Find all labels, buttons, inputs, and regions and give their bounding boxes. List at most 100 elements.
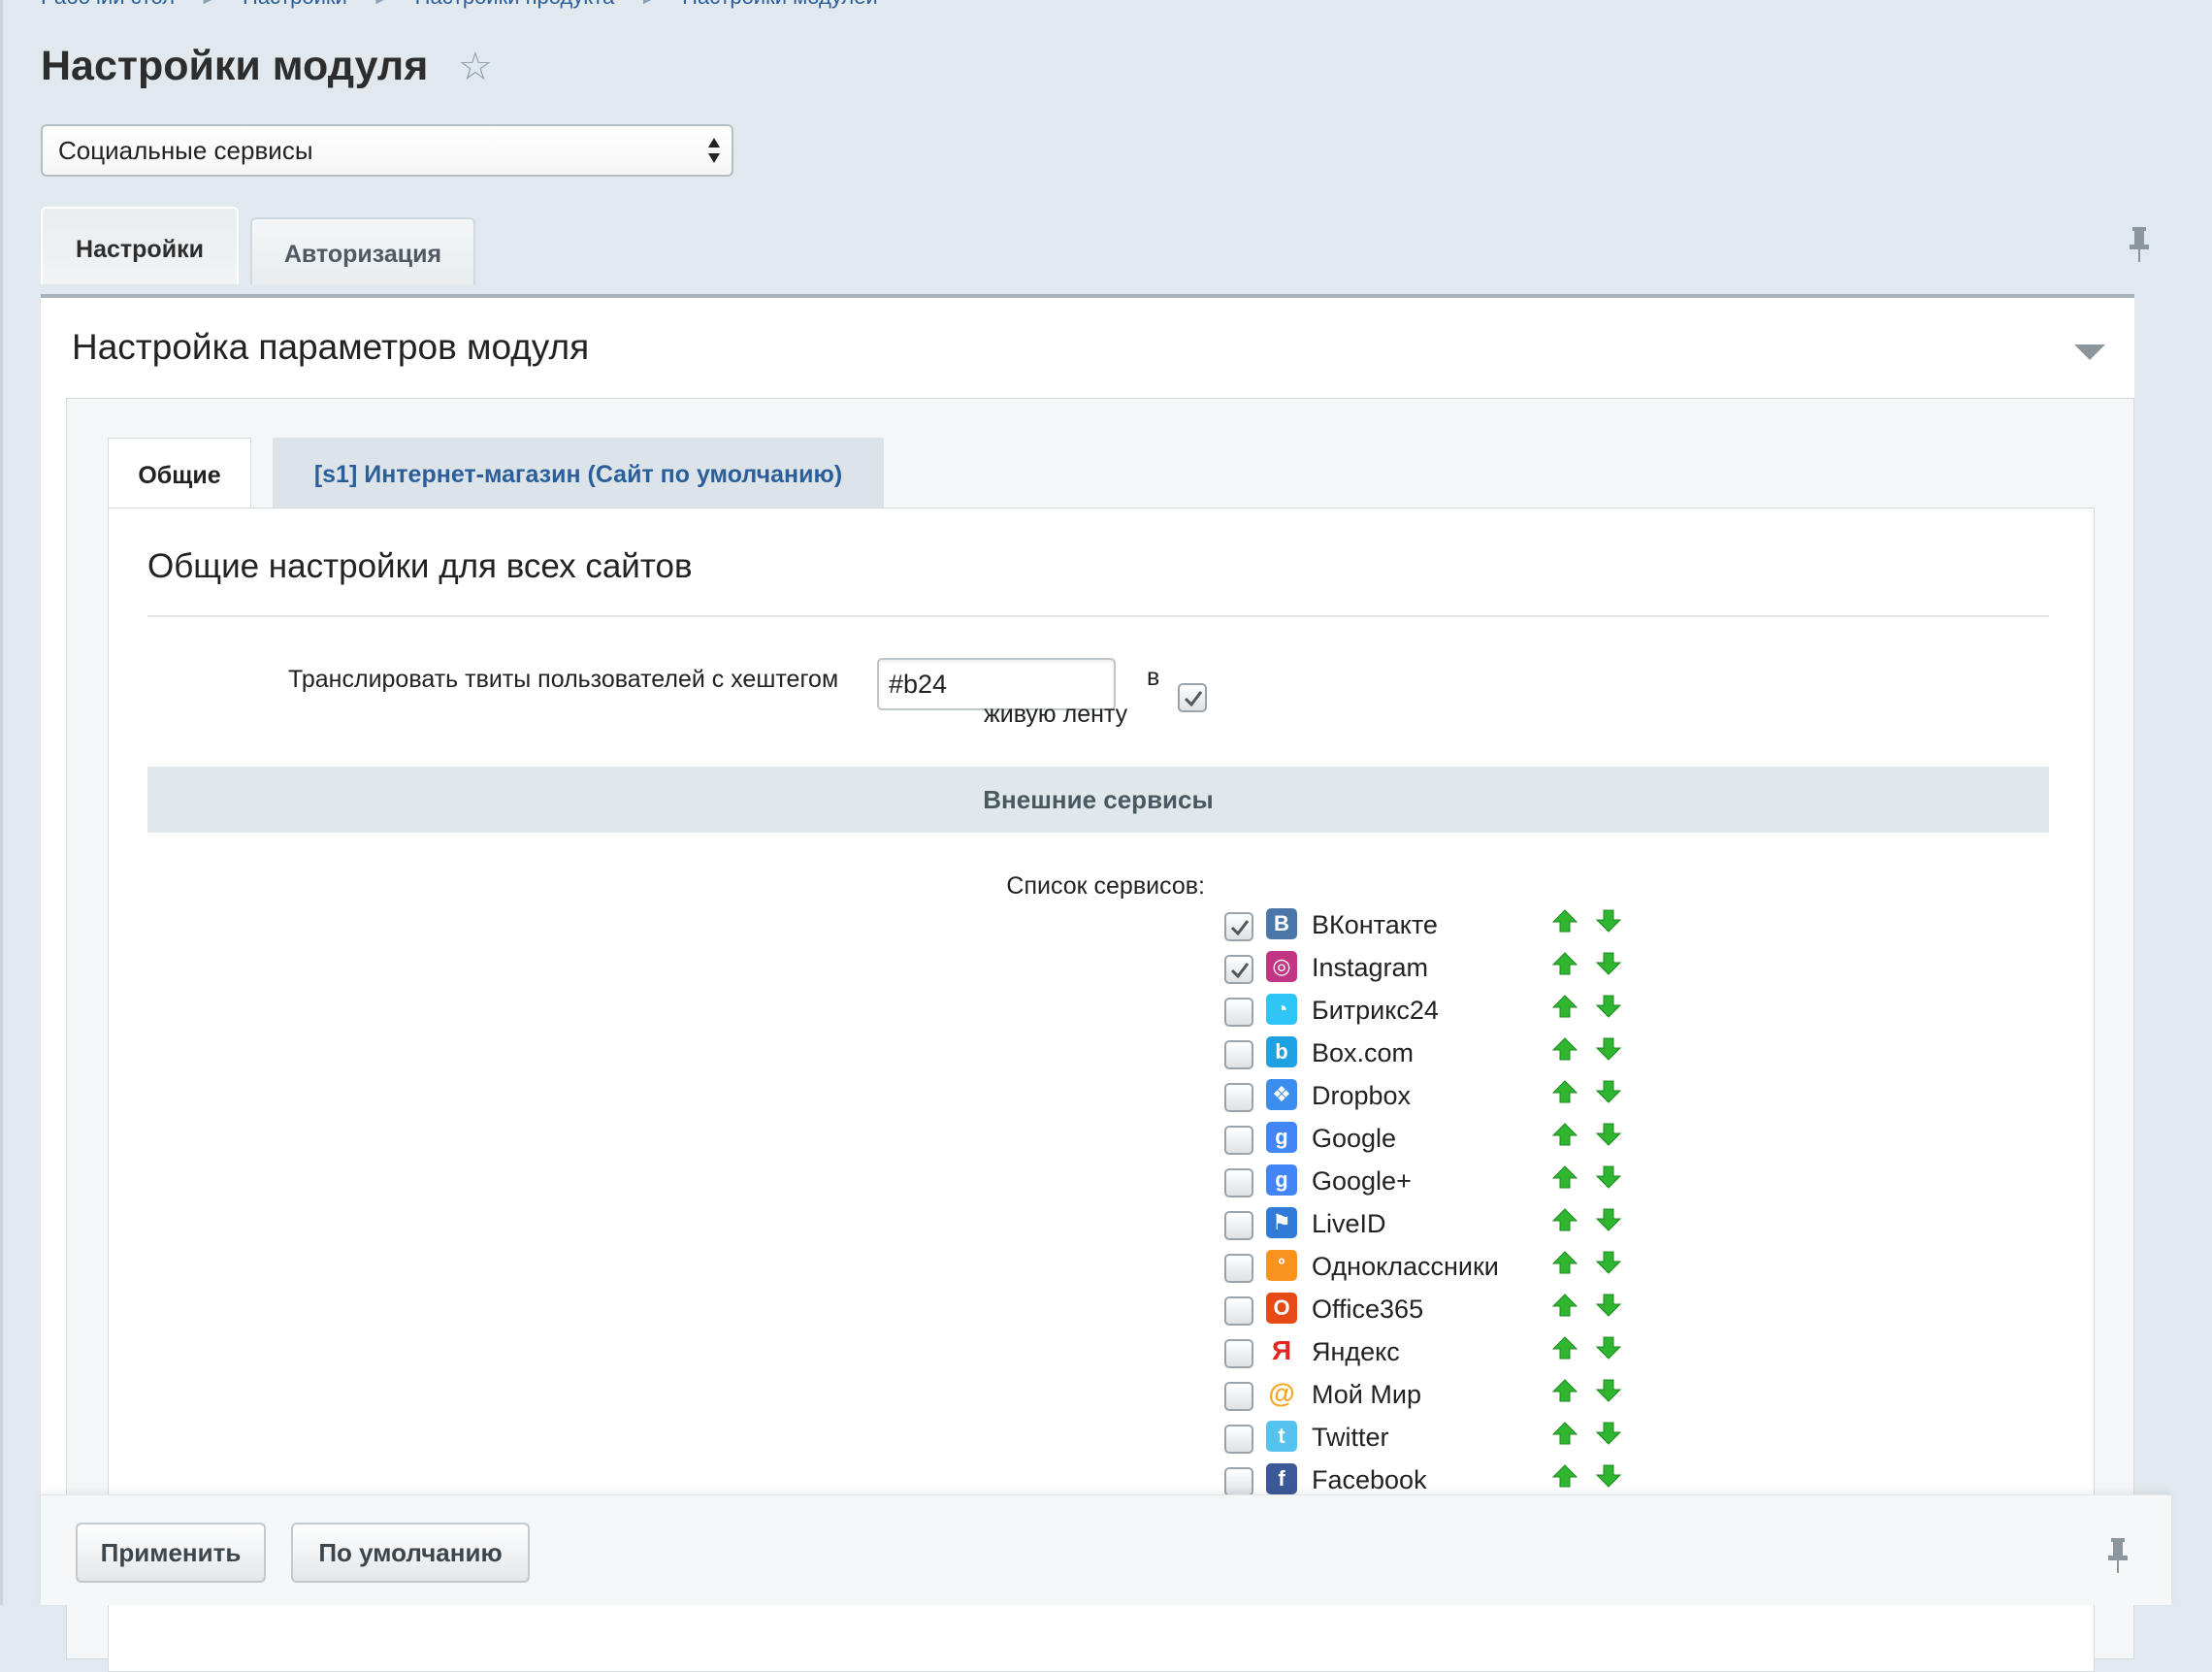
breadcrumb-item-settings[interactable]: Настройки [243, 0, 347, 10]
service-label: Битрикс24 [1312, 996, 1439, 1025]
live-feed-checkbox[interactable] [1178, 683, 1207, 712]
service-row: ❖ Dropbox [1224, 1077, 1651, 1120]
subtab-general[interactable]: Общие [108, 438, 251, 509]
move-up-arrow-icon[interactable] [1549, 1291, 1580, 1320]
move-down-arrow-icon[interactable] [1593, 1205, 1624, 1234]
section-title: Общие настройки для всех сайтов [147, 547, 693, 585]
move-up-arrow-icon[interactable] [1549, 1376, 1580, 1405]
move-up-arrow-icon[interactable] [1549, 1120, 1580, 1149]
module-select-value: Социальные сервисы [58, 136, 313, 165]
service-checkbox[interactable] [1224, 1040, 1253, 1069]
move-down-arrow-icon[interactable] [1593, 1077, 1624, 1106]
move-down-arrow-icon[interactable] [1593, 1291, 1624, 1320]
move-up-arrow-icon[interactable] [1549, 1077, 1580, 1106]
left-edge [0, 0, 3, 1605]
move-up-arrow-icon[interactable] [1549, 949, 1580, 978]
breadcrumb-item-desktop[interactable]: Рабочий стол [41, 0, 175, 10]
service-row: @ Мой Мир [1224, 1376, 1651, 1419]
service-label: Instagram [1312, 953, 1429, 982]
service-label: LiveID [1312, 1209, 1386, 1238]
move-up-arrow-icon[interactable] [1549, 1248, 1580, 1277]
mymail-icon: @ [1268, 1378, 1295, 1408]
collapse-icon[interactable] [2074, 343, 2105, 362]
google-icon: g [1266, 1122, 1297, 1153]
pin-icon[interactable] [2103, 1536, 2132, 1575]
service-label: ВКонтакте [1312, 910, 1438, 939]
hashtag-label: Транслировать твиты пользователей с хешт… [288, 666, 839, 693]
move-down-arrow-icon[interactable] [1593, 1419, 1624, 1448]
move-down-arrow-icon[interactable] [1593, 1120, 1624, 1149]
service-checkbox[interactable] [1224, 1467, 1253, 1496]
service-row: O Office365 [1224, 1291, 1651, 1333]
checkmark-icon [1230, 963, 1250, 979]
service-row: B ВКонтакте [1224, 906, 1651, 949]
move-down-arrow-icon[interactable] [1593, 1163, 1624, 1192]
move-up-arrow-icon[interactable] [1549, 1419, 1580, 1448]
move-up-arrow-icon[interactable] [1549, 906, 1580, 935]
service-label: Google+ [1312, 1166, 1412, 1196]
checkmark-icon [1184, 691, 1203, 707]
move-down-arrow-icon[interactable] [1593, 906, 1624, 935]
service-row: ◔ Битрикс24 [1224, 992, 1651, 1034]
service-label: Facebook [1312, 1465, 1427, 1494]
service-row: g Google [1224, 1120, 1651, 1163]
move-down-arrow-icon[interactable] [1593, 1461, 1624, 1491]
checkmark-icon [1230, 920, 1250, 936]
service-checkbox[interactable] [1224, 1168, 1253, 1197]
tab-settings[interactable]: Настройки [41, 207, 239, 284]
service-checkbox[interactable] [1224, 1211, 1253, 1240]
service-label: Dropbox [1312, 1081, 1412, 1110]
move-up-arrow-icon[interactable] [1549, 1205, 1580, 1234]
office365-icon: O [1266, 1293, 1297, 1324]
pin-icon[interactable] [2125, 225, 2154, 264]
subtab-site-s1[interactable]: [s1] Интернет-магазин (Сайт по умолчанию… [273, 438, 884, 508]
chevron-right-icon: ► [200, 0, 217, 9]
move-up-arrow-icon[interactable] [1549, 992, 1580, 1021]
page-title: Настройки модуля [41, 43, 429, 89]
move-down-arrow-icon[interactable] [1593, 949, 1624, 978]
hashtag-suffix-label: в [1147, 664, 1160, 691]
service-checkbox[interactable] [1224, 1254, 1253, 1283]
breadcrumb-item-product-settings[interactable]: Настройки продукта [415, 0, 615, 10]
service-checkbox[interactable] [1224, 998, 1253, 1027]
move-down-arrow-icon[interactable] [1593, 1034, 1624, 1064]
service-label: Box.com [1312, 1038, 1415, 1067]
move-up-arrow-icon[interactable] [1549, 1163, 1580, 1192]
service-checkbox[interactable] [1224, 1339, 1253, 1368]
move-up-arrow-icon[interactable] [1549, 1461, 1580, 1491]
move-up-arrow-icon[interactable] [1549, 1333, 1580, 1362]
star-icon[interactable]: ☆ [458, 47, 499, 87]
service-checkbox[interactable] [1224, 1083, 1253, 1112]
move-down-arrow-icon[interactable] [1593, 1333, 1624, 1362]
apply-button[interactable]: Применить [76, 1523, 266, 1583]
service-row: ⚑ LiveID [1224, 1205, 1651, 1248]
service-checkbox[interactable] [1224, 955, 1253, 984]
facebook-icon: f [1266, 1463, 1297, 1494]
service-row: g Google+ [1224, 1163, 1651, 1205]
twitter-icon: t [1266, 1421, 1297, 1452]
module-select[interactable]: Социальные сервисы [41, 124, 733, 177]
service-checkbox[interactable] [1224, 1296, 1253, 1326]
move-up-arrow-icon[interactable] [1549, 1034, 1580, 1064]
service-checkbox[interactable] [1224, 1425, 1253, 1454]
move-down-arrow-icon[interactable] [1593, 1248, 1624, 1277]
google-plus-icon: g [1266, 1164, 1297, 1196]
chevron-right-icon: ► [639, 0, 657, 9]
tab-authorization[interactable]: Авторизация [250, 217, 475, 284]
select-arrows-icon [708, 138, 720, 163]
move-down-arrow-icon[interactable] [1593, 992, 1624, 1021]
service-checkbox[interactable] [1224, 1382, 1253, 1411]
footer-bar: Применить По умолчанию [41, 1494, 2171, 1605]
default-button[interactable]: По умолчанию [291, 1523, 530, 1583]
settings-panel: Настройка параметров модуля [s1] Интерне… [41, 294, 2134, 1672]
move-down-arrow-icon[interactable] [1593, 1376, 1624, 1405]
services-list-label: Список сервисов: [1006, 872, 1205, 900]
box-icon: b [1266, 1036, 1297, 1067]
service-label: Twitter [1312, 1423, 1389, 1452]
service-row: b Box.com [1224, 1034, 1651, 1077]
breadcrumb-item-module-settings[interactable]: Настройки модулей [682, 0, 878, 10]
service-checkbox[interactable] [1224, 912, 1253, 941]
service-checkbox[interactable] [1224, 1126, 1253, 1155]
service-row: ◎ Instagram [1224, 949, 1651, 992]
service-label: Office365 [1312, 1295, 1424, 1324]
